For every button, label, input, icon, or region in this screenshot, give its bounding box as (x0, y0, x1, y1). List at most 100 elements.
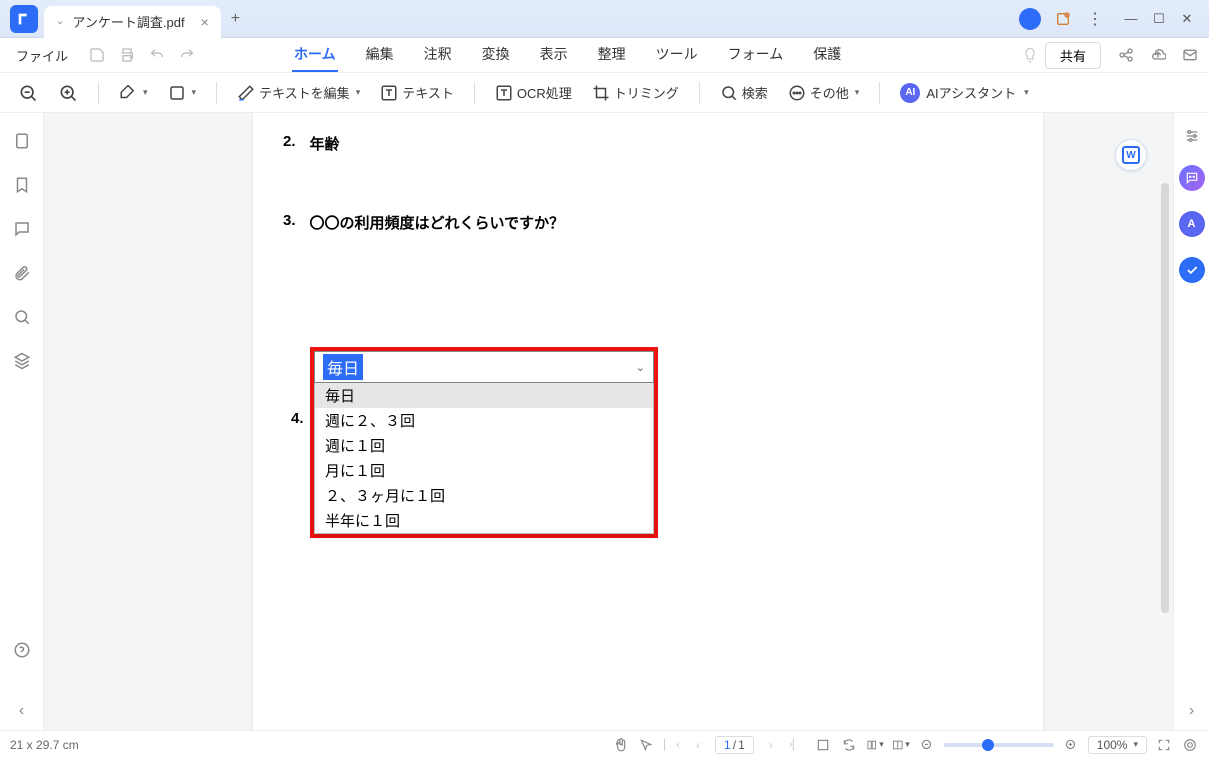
thumbnails-icon[interactable] (12, 131, 32, 151)
fit-page-icon[interactable] (814, 736, 832, 754)
dropdown-list: 毎日 週に２、３回 週に１回 月に１回 ２、３ヶ月に１回 半年に１回 (314, 383, 654, 534)
print-icon[interactable] (116, 44, 138, 66)
share-button[interactable]: 共有 (1045, 42, 1101, 69)
settings-sliders-icon[interactable] (1183, 127, 1201, 145)
read-mode-icon[interactable]: ▾ (892, 736, 910, 754)
kebab-menu-icon[interactable]: ⋮ (1085, 9, 1105, 29)
crop-label: トリミング (614, 83, 679, 102)
zoom-in-button[interactable] (52, 79, 84, 107)
menu-tab-convert[interactable]: 変換 (480, 38, 512, 72)
vertical-scrollbar[interactable] (1161, 183, 1169, 613)
fullscreen-icon[interactable] (1155, 736, 1173, 754)
prev-page-icon[interactable]: ‹ (689, 736, 707, 754)
search-tool[interactable]: 検索 (714, 79, 774, 106)
rotate-icon[interactable] (840, 736, 858, 754)
q2-number: 2. (283, 133, 296, 154)
canvas-area[interactable]: 2. 年齢 3. 〇〇の利用頻度はどれくらいですか？ 4. 毎日 ⌄ 毎日 週に… (44, 113, 1173, 730)
window-maximize-button[interactable]: ☐ (1145, 7, 1173, 31)
next-page-icon[interactable]: › (762, 736, 780, 754)
cloud-upload-icon[interactable] (1147, 44, 1169, 66)
zoom-out-status-icon[interactable] (918, 736, 936, 754)
view-mode-icon[interactable]: ▾ (866, 736, 884, 754)
text-label: テキスト (402, 83, 454, 102)
bookmarks-icon[interactable] (12, 175, 32, 195)
menu-tab-edit[interactable]: 編集 (364, 38, 396, 72)
envelope-icon[interactable] (1179, 44, 1201, 66)
ocr-tool[interactable]: OCR処理 (489, 79, 578, 106)
account-icon[interactable] (1019, 8, 1041, 30)
link-share-icon[interactable] (1115, 44, 1137, 66)
chevron-down-icon: ⌄ (636, 361, 645, 374)
layers-icon[interactable] (12, 351, 32, 371)
comments-icon[interactable] (12, 219, 32, 239)
search-panel-icon[interactable] (12, 307, 32, 327)
page-sep: / (733, 738, 736, 752)
document-tab[interactable]: ⌄ アンケート調査.pdf × (44, 6, 221, 38)
crop-tool[interactable]: トリミング (586, 79, 685, 106)
hand-tool-icon[interactable] (611, 736, 629, 754)
file-menu[interactable]: ファイル (8, 42, 76, 69)
menu-tab-annotate[interactable]: 注釈 (422, 38, 454, 72)
highlight-tool[interactable]: ▾ (113, 80, 154, 106)
zoom-value[interactable]: 100%▾ (1088, 736, 1147, 754)
text-tool[interactable]: テキスト (374, 79, 460, 106)
dropdown-option[interactable]: 毎日 (315, 383, 653, 408)
menu-tab-view[interactable]: 表示 (538, 38, 570, 72)
q4-number: 4. (291, 410, 304, 427)
shape-tool[interactable]: ▾ (162, 80, 203, 106)
q3-number: 3. (283, 212, 296, 233)
select-tool-icon[interactable] (637, 736, 655, 754)
notification-icon[interactable] (1053, 9, 1073, 29)
last-page-icon[interactable]: ›⎸ (788, 736, 806, 754)
menu-tab-tools[interactable]: ツール (654, 38, 700, 72)
zoom-out-button[interactable] (12, 79, 44, 107)
dropdown-option[interactable]: 半年に１回 (315, 508, 653, 533)
other-tool[interactable]: その他▾ (782, 79, 866, 106)
dropdown-field[interactable]: 毎日 ⌄ (314, 351, 654, 383)
ai-assistant-button[interactable]: AI AIアシスタント▾ (894, 79, 1034, 107)
q2-text: 年齢 (310, 133, 340, 154)
checklist-icon[interactable] (1179, 257, 1205, 283)
menubar: ファイル ホーム 編集 注釈 変換 表示 整理 ツール フォーム 保護 共有 (0, 38, 1209, 73)
collapse-left-icon[interactable]: ‹ (12, 702, 32, 720)
zoom-slider[interactable] (944, 743, 1054, 747)
dropdown-option[interactable]: 週に１回 (315, 433, 653, 458)
menu-tab-home[interactable]: ホーム (292, 38, 338, 72)
tab-close-icon[interactable]: × (201, 14, 209, 30)
menu-tab-protect[interactable]: 保護 (811, 38, 843, 72)
status-help-icon[interactable] (1181, 736, 1199, 754)
attachments-icon[interactable] (12, 263, 32, 283)
float-badge-button[interactable]: W (1115, 139, 1147, 171)
dropdown-option[interactable]: ２、３ヶ月に１回 (315, 483, 653, 508)
other-label: その他 (810, 83, 849, 102)
collapse-right-icon[interactable]: › (1183, 702, 1201, 720)
menu-tab-form[interactable]: フォーム (726, 38, 786, 72)
ocr-label: OCR処理 (517, 83, 572, 102)
redo-icon[interactable] (176, 44, 198, 66)
zoom-in-status-icon[interactable] (1062, 736, 1080, 754)
dropdown-option[interactable]: 週に２、３回 (315, 408, 653, 433)
window-close-button[interactable]: ✕ (1173, 7, 1201, 31)
first-page-icon[interactable]: ⎸‹ (663, 736, 681, 754)
search-label: 検索 (742, 83, 768, 102)
page-dimensions: 21 x 29.7 cm (10, 738, 79, 752)
help-icon[interactable] (12, 640, 32, 660)
save-icon[interactable] (86, 44, 108, 66)
undo-icon[interactable] (146, 44, 168, 66)
dropdown-option[interactable]: 月に１回 (315, 458, 653, 483)
edit-text-tool[interactable]: テキストを編集▾ (231, 79, 366, 106)
sidebar-left: ‹ (0, 113, 44, 730)
lightbulb-icon[interactable] (1019, 44, 1041, 66)
window-minimize-button[interactable]: — (1117, 7, 1145, 31)
tab-chevron-icon: ⌄ (56, 16, 64, 27)
page-number-input[interactable]: 1 / 1 (715, 736, 754, 754)
ai-icon: AI (900, 83, 920, 103)
ai-label: AIアシスタント (926, 83, 1016, 102)
edit-text-label: テキストを編集 (259, 83, 350, 102)
ai-chat-icon[interactable] (1179, 165, 1205, 191)
translate-icon[interactable]: A (1179, 211, 1205, 237)
menu-tab-organize[interactable]: 整理 (596, 38, 628, 72)
zoom-slider-thumb[interactable] (982, 739, 994, 751)
tab-add-button[interactable]: + (231, 10, 240, 28)
sidebar-right: A › (1173, 113, 1209, 730)
